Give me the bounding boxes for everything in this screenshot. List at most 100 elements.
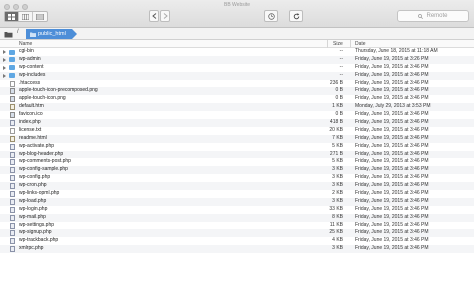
php-file-icon [10,151,15,158]
file-row[interactable]: wp-blog-header.php 271 B Friday, June 19, … [0,150,474,159]
document-icon [10,80,15,87]
php-file-icon [10,214,15,221]
file-size: 0 B [335,111,343,118]
file-date: Friday, June 19, 2015 at 3:46 PM [355,150,429,157]
close-window-button[interactable] [4,4,10,10]
file-date: Friday, June 19, 2015 at 3:46 PM [355,87,429,94]
file-date: Friday, June 19, 2015 at 3:46 PM [355,237,429,244]
file-row[interactable]: wp-login.php 33 KB Friday, June 19, 2015 a… [0,206,474,214]
file-row[interactable]: favicon.ico 0 B Friday, June 19, 2015 at 3… [0,111,474,119]
php-file-icon [10,143,15,150]
file-size: 2 KB [332,190,343,197]
disclosure-triangle-icon[interactable] [3,73,6,78]
window-title: BB Website [223,2,251,8]
server-button[interactable] [3,30,13,38]
disclosure-triangle-icon[interactable] [3,65,6,70]
php-file-icon [10,198,15,205]
file-name: apple-touch-icon-precomposed.png [19,87,98,94]
column-header-size[interactable]: Size [333,41,343,47]
file-row[interactable]: apple-touch-icon.png 0 B Friday, June 19, … [0,95,474,103]
file-date: Friday, June 19, 2015 at 3:46 PM [355,71,429,78]
forward-button[interactable] [160,10,170,22]
column-header-name[interactable]: Name [19,41,32,47]
php-file-icon [10,159,15,166]
file-row[interactable]: apple-touch-icon-precomposed.png 0 B Frida… [0,87,474,96]
chevron-right-icon [163,13,168,19]
file-row[interactable]: wp-settings.php 11 KB Friday, June 19, 201… [0,222,474,230]
file-row[interactable]: cgi-bin -- Thursday, June 18, 2015 at 11:1… [0,48,474,56]
file-name: wp-login.php [19,205,48,212]
list-icon [22,13,29,20]
php-file-icon [10,175,15,182]
file-date: Friday, June 19, 2015 at 3:46 PM [355,213,429,220]
file-date: Friday, June 19, 2015 at 3:46 PM [355,119,429,126]
file-date: Monday, July 29, 2013 at 3:53 PM [355,103,431,110]
html-file-icon [10,135,15,142]
breadcrumb-root[interactable]: / [17,29,19,35]
activity-button[interactable] [264,10,278,22]
file-row[interactable]: wp-config.php 3 KB Friday, June 19, 2015 a… [0,174,474,182]
refresh-button[interactable] [289,10,303,22]
file-row[interactable]: default.htm 1 KB Monday, July 29, 2013 at … [0,103,474,112]
breadcrumb-current[interactable]: public_html [26,29,77,39]
file-row[interactable]: wp-config-sample.php 3 KB Friday, June 19,… [0,166,474,175]
file-date: Friday, June 19, 2015 at 3:46 PM [355,63,429,70]
file-date: Friday, June 19, 2015 at 3:46 PM [355,190,429,197]
file-name: wp-activate.php [19,142,55,149]
file-row[interactable]: wp-comments-post.php 5 KB Friday, June 19,… [0,158,474,166]
file-row[interactable]: index.php 418 B Friday, June 19, 2015 at 3… [0,119,474,127]
file-row[interactable]: wp-trackback.php 4 KB Friday, June 19, 201… [0,237,474,245]
html-file-icon [10,104,15,111]
file-name: wp-settings.php [19,221,55,228]
file-size: 3 KB [332,182,343,189]
file-size: 5 KB [332,142,343,149]
file-date: Friday, June 19, 2015 at 3:46 PM [355,221,429,228]
disclosure-triangle-icon[interactable] [3,50,6,54]
file-size: 0 B [335,95,343,102]
file-row[interactable]: wp-cron.php 3 KB Friday, June 19, 2015 at … [0,182,474,191]
zoom-window-button[interactable] [22,4,28,10]
file-row[interactable]: wp-mail.php 8 KB Friday, June 19, 2015 at … [0,213,474,222]
file-row[interactable]: license.txt 20 KB Friday, June 19, 2015 at… [0,127,474,135]
file-row[interactable]: wp-load.php 3 KB Friday, June 19, 2015 at … [0,197,474,206]
file-row[interactable]: wp-signup.php 25 KB Friday, June 19, 2015 … [0,229,474,238]
folder-icon [9,73,15,79]
file-name: wp-blog-header.php [19,150,64,157]
file-name: wp-signup.php [19,229,52,236]
grid-icon [8,13,15,20]
file-row[interactable]: wp-activate.php 5 KB Friday, June 19, 2015… [0,143,474,151]
folder-icon [9,65,15,71]
file-row[interactable]: .htaccess 236 B Friday, June 19, 2015 at 3… [0,80,474,88]
list-view-button[interactable] [19,12,33,21]
column-divider[interactable] [327,40,328,48]
php-file-icon [10,246,15,253]
file-name: .htaccess [19,79,41,86]
php-file-icon [10,238,15,245]
file-size: 3 KB [332,174,343,181]
column-view-button[interactable] [33,12,47,21]
file-date: Friday, June 19, 2015 at 3:46 PM [355,245,429,252]
column-divider[interactable] [350,40,351,48]
disclosure-triangle-icon[interactable] [3,57,6,62]
back-button[interactable] [149,10,159,22]
file-row[interactable]: wp-admin -- Friday, June 19, 2015 at 3:26 … [0,55,474,64]
minimize-window-button[interactable] [13,4,19,10]
file-row[interactable]: wp-links-opml.php 2 KB Friday, June 19, 20… [0,190,474,198]
file-name: favicon.ico [19,111,43,118]
file-row[interactable]: wp-includes -- Friday, June 19, 2015 at 3:… [0,71,474,80]
search-input[interactable]: Remote [397,10,469,22]
file-size: 1 KB [332,103,343,110]
file-row[interactable]: readme.html 7 KB Friday, June 19, 2015 at … [0,134,474,143]
file-date: Friday, June 19, 2015 at 3:46 PM [355,79,429,86]
php-file-icon [10,206,15,213]
column-header-date[interactable]: Date [355,41,366,47]
breadcrumb-current-label: public_html [38,31,66,37]
file-name: wp-mail.php [19,213,46,220]
file-name: wp-config.php [19,174,51,181]
file-size: 271 B [329,150,343,157]
file-name: index.php [19,119,41,126]
icon-view-button[interactable] [5,12,19,21]
file-row[interactable]: xmlrpc.php 3 KB Friday, June 19, 2015 at 3… [0,245,474,254]
file-size: 236 B [329,79,343,86]
file-row[interactable]: wp-content -- Friday, June 19, 2015 at 3:4… [0,64,474,72]
